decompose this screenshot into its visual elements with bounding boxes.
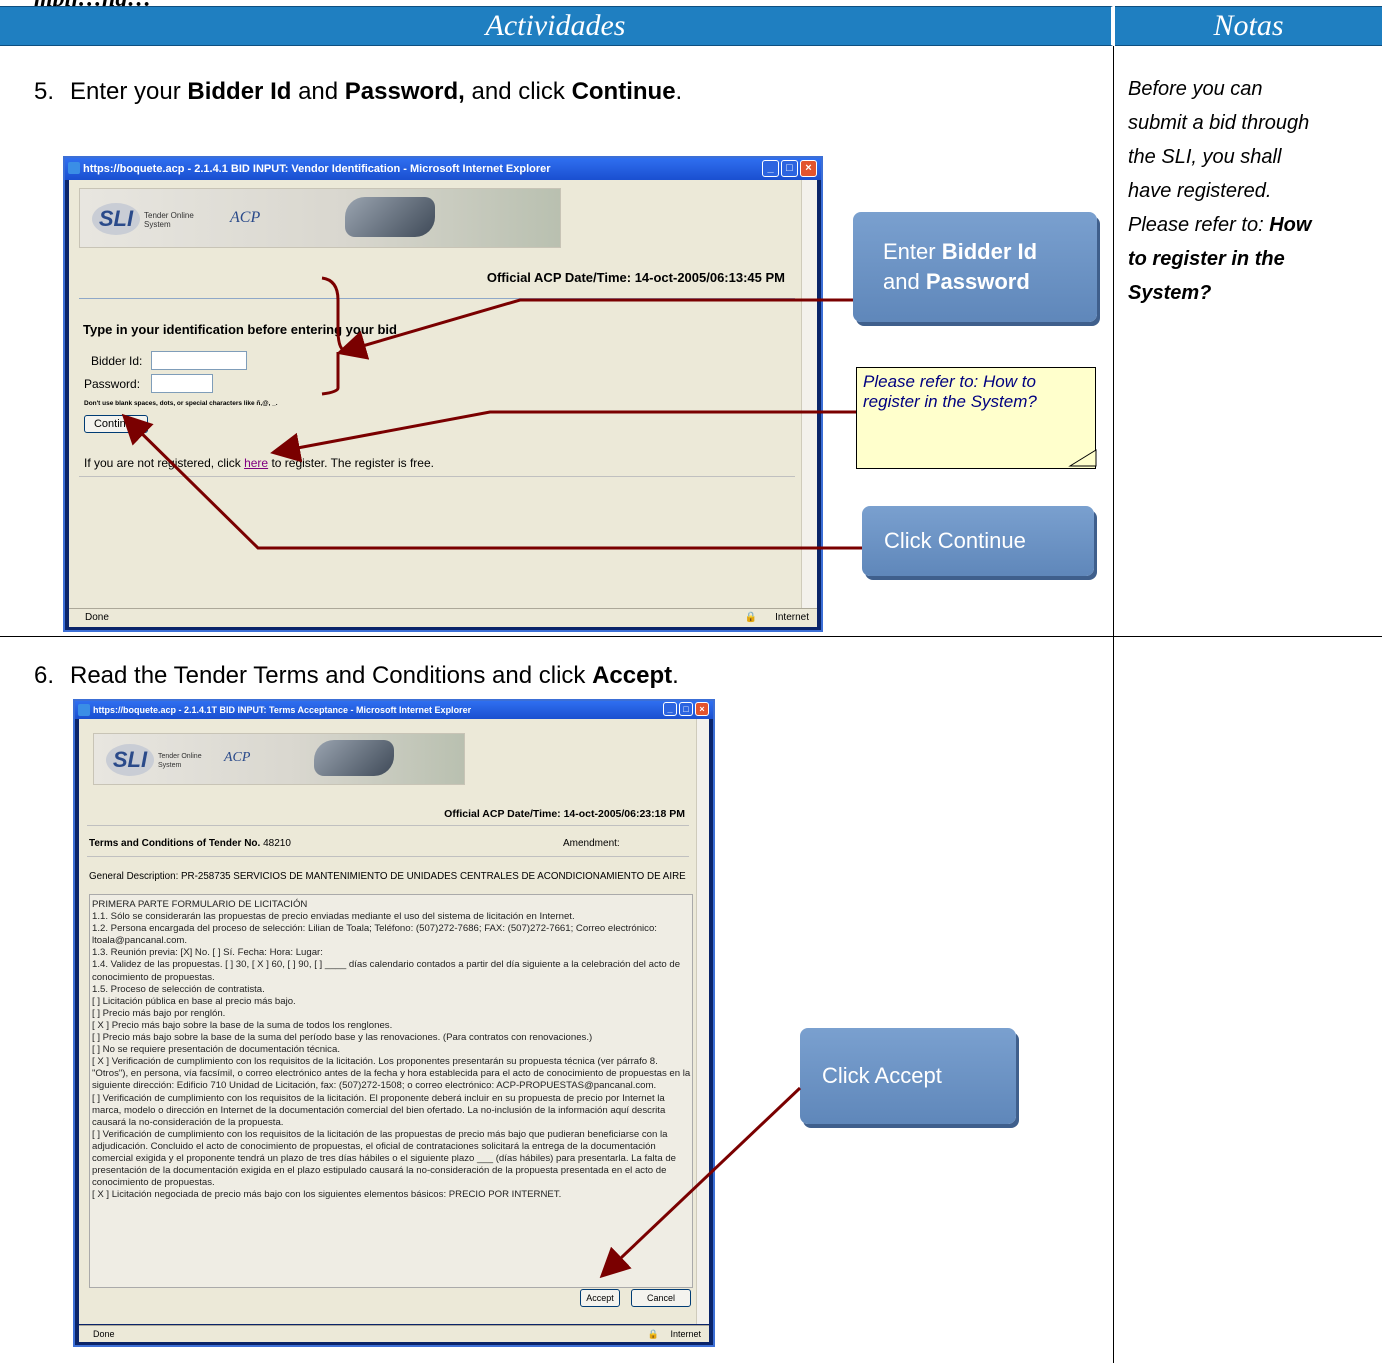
arrow-to-accept — [599, 1086, 802, 1279]
arrow-to-register-link — [270, 410, 856, 463]
annotation-arrows — [121, 276, 1097, 1279]
arrow-to-continue — [121, 413, 862, 550]
arrow-to-fields — [336, 298, 853, 360]
bracket — [321, 276, 349, 396]
